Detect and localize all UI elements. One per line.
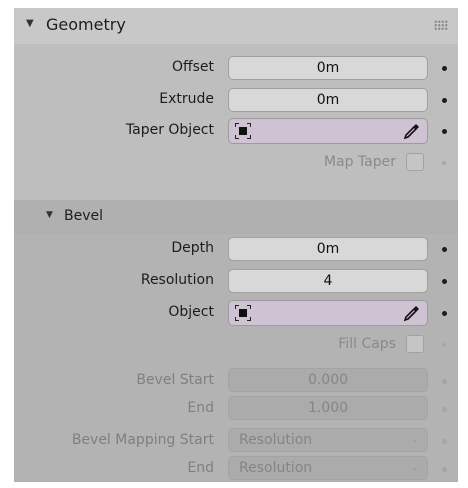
- mapping-end-select[interactable]: Resolution ⌄: [228, 456, 428, 480]
- bevel-object-field[interactable]: [228, 300, 428, 326]
- fill-caps-checkbox[interactable]: [406, 335, 424, 353]
- map-taper-checkbox[interactable]: [406, 153, 424, 171]
- geometry-panel: ▼ Geometry Offset 0m Extrude 0m Taper Ob…: [14, 8, 458, 482]
- taper-object-label: Taper Object: [125, 122, 214, 138]
- map-taper-label: Map Taper: [323, 154, 396, 170]
- bevel-title: Bevel: [64, 208, 104, 224]
- grip-icon[interactable]: [434, 20, 448, 30]
- eyedropper-icon[interactable]: [403, 122, 421, 140]
- bevel-object-label: Object: [168, 304, 214, 320]
- object-icon: [235, 305, 251, 321]
- offset-keyframe-dot[interactable]: [442, 66, 447, 71]
- geometry-header[interactable]: ▼ Geometry: [14, 8, 458, 44]
- bevel-end-label: End: [187, 400, 214, 416]
- geometry-title: Geometry: [46, 15, 126, 34]
- map-taper-dot: [442, 161, 446, 165]
- resolution-label: Resolution: [140, 272, 214, 288]
- mapping-end-value: Resolution: [239, 460, 313, 476]
- fill-caps-label: Fill Caps: [338, 336, 396, 352]
- bevel-object-dot[interactable]: [442, 311, 447, 316]
- object-icon: [235, 123, 251, 139]
- depth-field[interactable]: 0m: [228, 237, 428, 261]
- bevel-start-dot: [442, 379, 447, 384]
- chevron-down-icon: ⌄: [410, 462, 419, 473]
- triangle-down-icon: ▼: [46, 210, 53, 220]
- mapping-end-label: End: [187, 460, 214, 476]
- extrude-field[interactable]: 0m: [228, 88, 428, 112]
- mapping-start-label: Bevel Mapping Start: [71, 432, 214, 448]
- depth-keyframe-dot[interactable]: [442, 247, 447, 252]
- depth-label: Depth: [171, 240, 214, 256]
- eyedropper-icon[interactable]: [403, 304, 421, 322]
- mapping-start-value: Resolution: [239, 432, 313, 448]
- chevron-down-icon: ⌄: [410, 434, 419, 445]
- bevel-header[interactable]: ▼ Bevel: [14, 200, 458, 234]
- fill-caps-dot: [442, 343, 446, 347]
- mapping-end-dot: [442, 467, 447, 472]
- extrude-keyframe-dot[interactable]: [442, 98, 447, 103]
- offset-label: Offset: [171, 59, 214, 75]
- offset-field[interactable]: 0m: [228, 56, 428, 80]
- bevel-start-field[interactable]: 0.000: [228, 368, 428, 392]
- taper-object-dot[interactable]: [442, 129, 447, 134]
- mapping-start-select[interactable]: Resolution ⌄: [228, 428, 428, 452]
- bevel-start-label: Bevel Start: [136, 372, 214, 388]
- mapping-start-dot: [442, 439, 447, 444]
- extrude-label: Extrude: [159, 91, 214, 107]
- bevel-end-dot: [442, 407, 447, 412]
- bevel-end-field[interactable]: 1.000: [228, 396, 428, 420]
- resolution-field[interactable]: 4: [228, 269, 428, 293]
- resolution-keyframe-dot[interactable]: [442, 279, 447, 284]
- triangle-down-icon: ▼: [26, 18, 34, 29]
- taper-object-field[interactable]: [228, 118, 428, 144]
